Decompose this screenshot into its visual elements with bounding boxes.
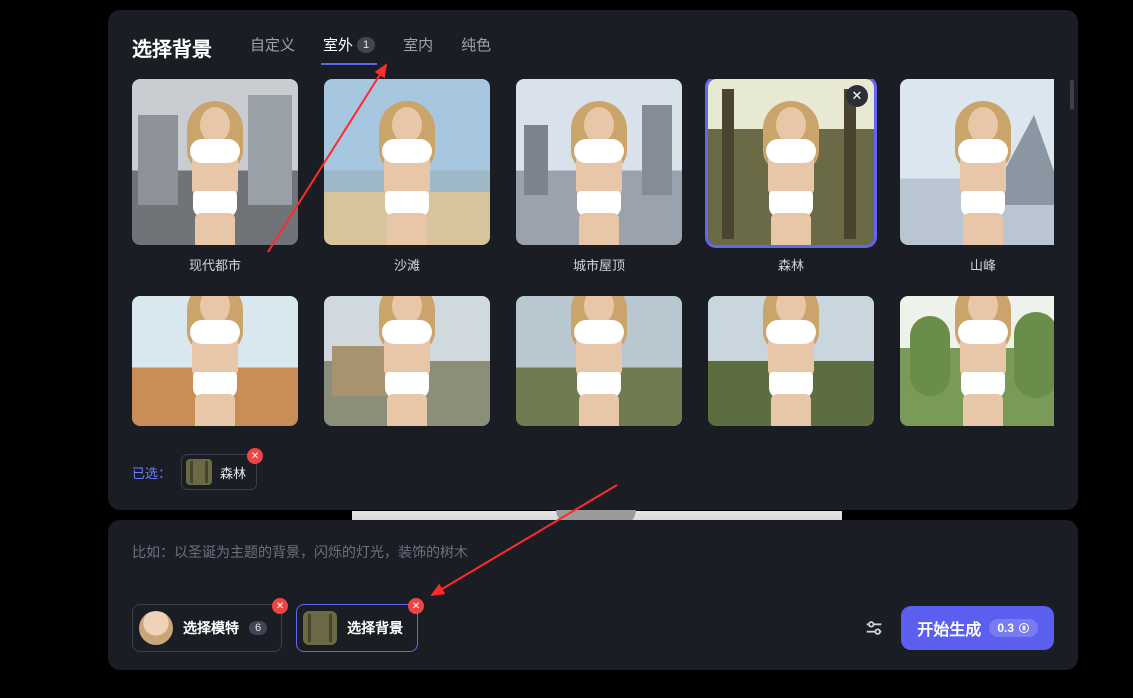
bg-card-mountain: 山峰 (900, 79, 1054, 274)
bg-thumb-icon (303, 611, 337, 645)
tab-badge: 1 (357, 37, 375, 53)
tab-label: 室内 (403, 34, 433, 55)
bg-card-rooftop: 城市屋顶 (516, 79, 682, 274)
selected-chip-label: 森林 (220, 463, 246, 482)
selected-bar: 已选： 森林 ✕ (132, 454, 1054, 490)
select-model-button[interactable]: 选择模特 6 ✕ (132, 604, 282, 652)
coin-icon (1018, 622, 1030, 634)
background-grid-wrap: 现代都市 沙滩 城市屋顶 ✕ 森林 (132, 79, 1054, 444)
generation-bar: 比如：以圣诞为主题的背景，闪烁的灯光，装饰的树木 选择模特 6 ✕ 选择背景 ✕… (108, 520, 1078, 670)
bg-thumb[interactable] (324, 296, 490, 426)
bg-card-vineyard (708, 296, 874, 426)
generate-label: 开始生成 (917, 616, 981, 640)
remove-selected-icon[interactable]: ✕ (247, 448, 263, 464)
select-background-label: 选择背景 (347, 618, 403, 638)
bg-card-trees (900, 296, 1054, 426)
generate-button[interactable]: 开始生成 0.3 (901, 606, 1054, 650)
bottom-controls: 选择模特 6 ✕ 选择背景 ✕ 开始生成 0.3 (132, 604, 1054, 652)
tab-label: 纯色 (461, 34, 491, 55)
cost-pill: 0.3 (989, 619, 1038, 637)
select-model-label: 选择模特 (183, 618, 239, 638)
bg-card-city: 现代都市 (132, 79, 298, 274)
cost-value: 0.3 (997, 621, 1014, 635)
bg-thumb[interactable] (900, 296, 1054, 426)
bg-thumb[interactable]: ✕ (708, 79, 874, 245)
clear-model-icon[interactable]: ✕ (272, 598, 288, 614)
bg-thumb[interactable] (516, 296, 682, 426)
tab-custom[interactable]: 自定义 (248, 30, 297, 65)
bg-thumb[interactable] (516, 79, 682, 245)
select-background-button[interactable]: 选择背景 ✕ (296, 604, 418, 652)
prompt-placeholder[interactable]: 比如：以圣诞为主题的背景，闪烁的灯光，装饰的树木 (132, 542, 1054, 562)
model-count-badge: 6 (249, 621, 267, 635)
background-grid: 现代都市 沙滩 城市屋顶 ✕ 森林 (132, 79, 1054, 426)
bg-card-farmhouse (324, 296, 490, 426)
clear-background-icon[interactable]: ✕ (408, 598, 424, 614)
settings-icon[interactable] (861, 615, 887, 641)
bg-label: 城市屋顶 (573, 255, 625, 274)
deselect-icon[interactable]: ✕ (846, 85, 868, 107)
tab-outdoor[interactable]: 室外 1 (321, 30, 377, 65)
tab-solid[interactable]: 纯色 (459, 30, 493, 65)
tab-label: 自定义 (250, 34, 295, 55)
bg-thumb[interactable] (324, 79, 490, 245)
bg-label: 现代都市 (189, 255, 241, 274)
tab-indoor[interactable]: 室内 (401, 30, 435, 65)
bg-label: 山峰 (970, 255, 996, 274)
bg-label: 森林 (778, 255, 804, 274)
bg-card-beach: 沙滩 (324, 79, 490, 274)
panel-title: 选择背景 (132, 33, 212, 62)
panel-header: 选择背景 自定义 室外 1 室内 纯色 (132, 30, 1054, 65)
bg-thumb[interactable] (132, 79, 298, 245)
bg-label: 沙滩 (394, 255, 420, 274)
tab-label: 室外 (323, 34, 353, 55)
bg-thumb[interactable] (900, 79, 1054, 245)
selected-prefix: 已选： (132, 463, 171, 482)
bg-card-field (516, 296, 682, 426)
bg-card-forest: ✕ 森林 (708, 79, 874, 274)
bg-thumb[interactable] (708, 296, 874, 426)
selected-chip-thumb (186, 459, 212, 485)
bg-thumb[interactable] (132, 296, 298, 426)
selected-chip[interactable]: 森林 ✕ (181, 454, 257, 490)
background-picker-panel: 选择背景 自定义 室外 1 室内 纯色 现代都市 (108, 10, 1078, 510)
bg-card-desert (132, 296, 298, 426)
scrollbar[interactable] (1070, 80, 1074, 110)
avatar-icon (139, 611, 173, 645)
